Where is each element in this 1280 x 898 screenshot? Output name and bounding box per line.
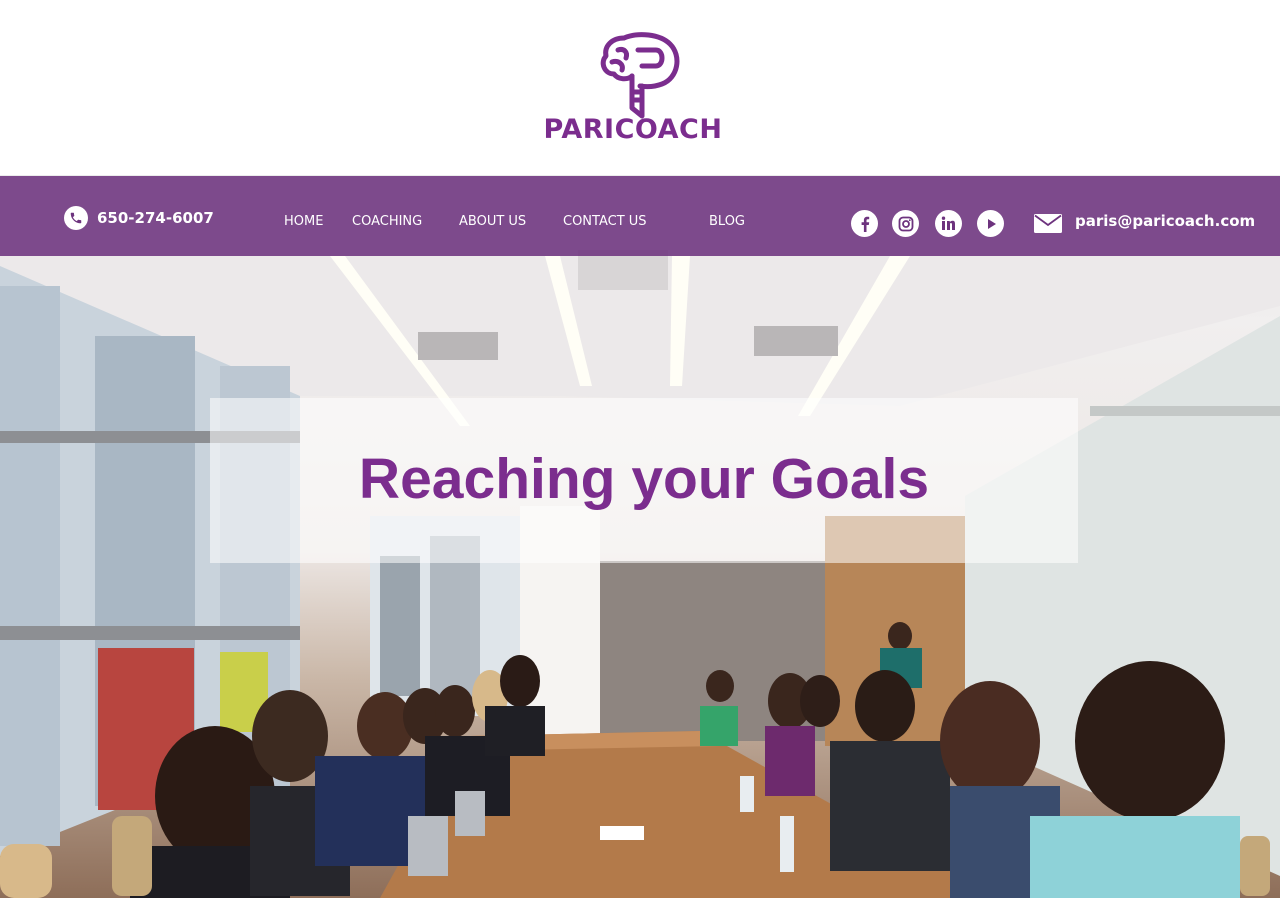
facebook-icon[interactable]	[851, 210, 878, 237]
hero-headline: Reaching your Goals	[358, 447, 930, 511]
nav-about-us[interactable]: ABOUT US	[459, 214, 526, 229]
brain-p-logo-icon[interactable]	[598, 30, 684, 122]
nav-coaching[interactable]: COACHING	[352, 214, 422, 229]
envelope-icon	[1034, 214, 1062, 233]
nav-home[interactable]: HOME	[284, 214, 323, 229]
phone-contact[interactable]: 650-274-6007	[64, 206, 214, 230]
linkedin-icon[interactable]	[935, 210, 962, 237]
logo-header: PARICOACH	[0, 0, 1280, 176]
youtube-play-icon[interactable]	[977, 210, 1004, 237]
email-link[interactable]: paris@paricoach.com	[1075, 212, 1255, 230]
phone-number: 650-274-6007	[97, 209, 214, 227]
instagram-icon[interactable]	[892, 210, 919, 237]
nav-blog[interactable]: BLOG	[709, 214, 745, 229]
nav-contact-us[interactable]: CONTACT US	[563, 214, 647, 229]
brand-name: PARICOACH	[543, 114, 723, 145]
phone-icon	[64, 206, 88, 230]
